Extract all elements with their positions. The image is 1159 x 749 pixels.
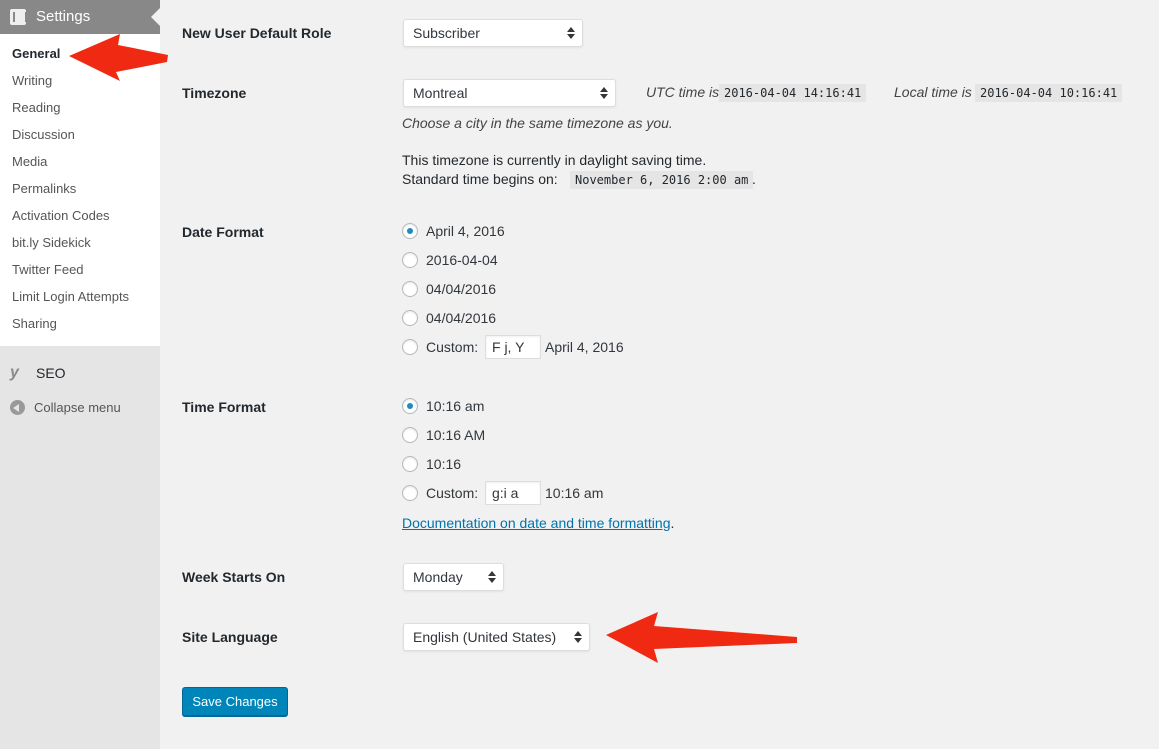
arrow-to-site-language-icon bbox=[606, 612, 797, 663]
arrow-to-general-icon bbox=[69, 34, 168, 81]
annotation-arrows bbox=[69, 34, 797, 663]
